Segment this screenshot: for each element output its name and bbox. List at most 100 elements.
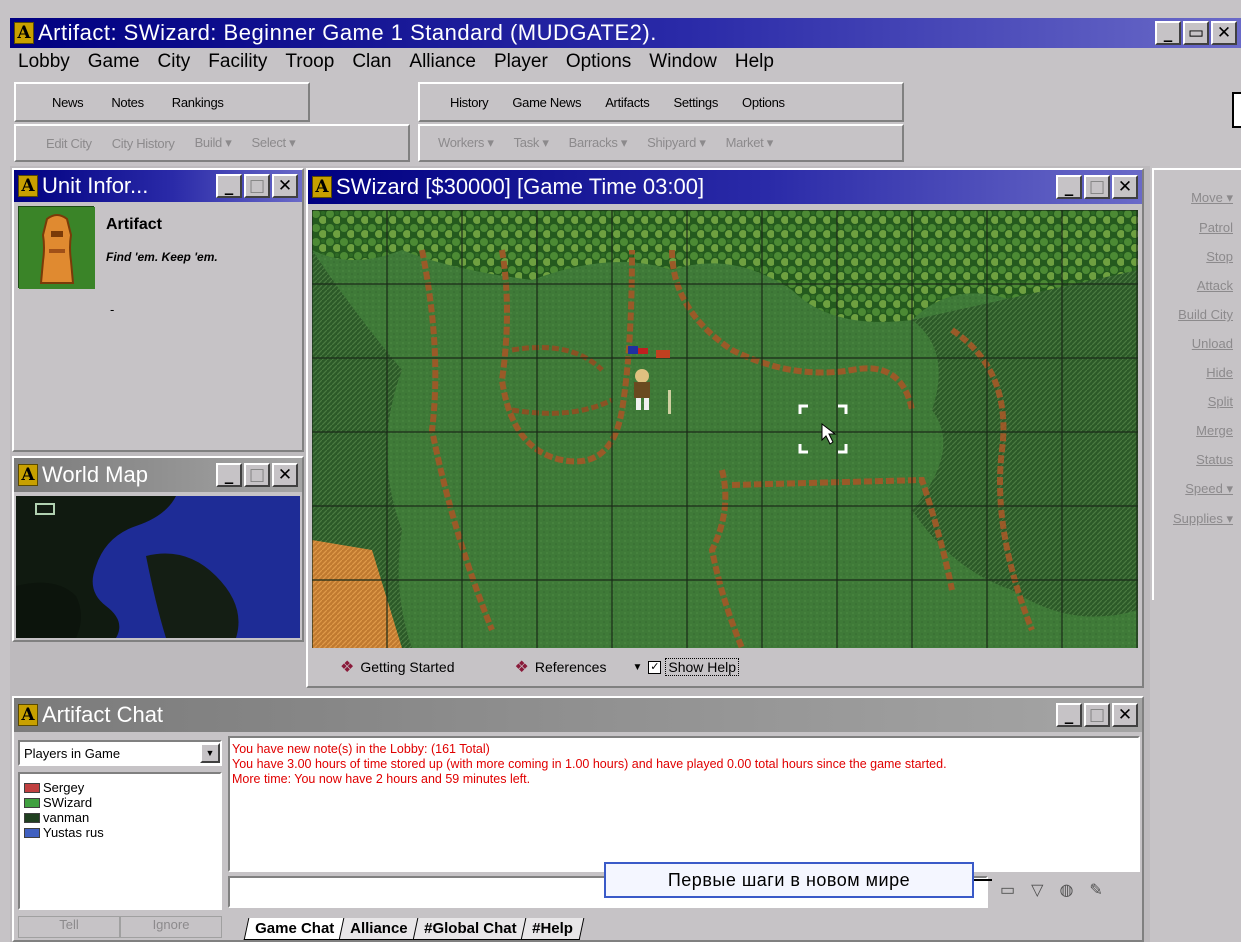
minimize-button[interactable]: _ bbox=[216, 174, 242, 198]
player-item[interactable]: vanman bbox=[24, 810, 216, 825]
city-history-button[interactable]: City History bbox=[112, 136, 175, 151]
tab-game-chat[interactable]: Game Chat bbox=[243, 918, 346, 940]
app-title: Artifact: SWizard: Beginner Game 1 Stand… bbox=[38, 20, 657, 45]
maximize-button[interactable]: □ bbox=[1084, 175, 1110, 199]
player-item[interactable]: SWizard bbox=[24, 795, 216, 810]
game-news-button[interactable]: Game News bbox=[512, 95, 581, 110]
minimize-button[interactable]: _ bbox=[216, 463, 242, 487]
player-item[interactable]: Sergey bbox=[24, 780, 216, 795]
workers-dropdown[interactable]: Workers ▾ bbox=[438, 135, 494, 151]
menu-city[interactable]: City bbox=[158, 51, 191, 77]
game-map-view[interactable] bbox=[312, 210, 1138, 648]
world-map-canvas[interactable] bbox=[16, 496, 300, 638]
maximize-button[interactable]: □ bbox=[244, 174, 270, 198]
barracks-dropdown[interactable]: Barracks ▾ bbox=[569, 135, 628, 151]
merge-command[interactable]: Merge bbox=[1154, 423, 1241, 438]
history-button[interactable]: History bbox=[450, 95, 489, 110]
pencil-icon[interactable]: ✎ bbox=[1089, 880, 1102, 900]
minimize-button[interactable]: _ bbox=[1155, 21, 1181, 45]
speaker-icon[interactable]: ▭ bbox=[1000, 880, 1015, 900]
game-window: A SWizard [$30000] [Game Time 03:00] _ □… bbox=[306, 168, 1144, 688]
edit-city-button[interactable]: Edit City bbox=[46, 136, 92, 151]
ignore-button[interactable]: Ignore bbox=[120, 916, 222, 938]
menu-help[interactable]: Help bbox=[735, 51, 774, 77]
toolbar-lobby: News Notes Rankings bbox=[14, 82, 310, 122]
game-titlebar[interactable]: A SWizard [$30000] [Game Time 03:00] _ □… bbox=[308, 170, 1142, 204]
book-icon: ❖ bbox=[340, 659, 355, 676]
player-item[interactable]: Yustas rus bbox=[24, 825, 216, 840]
artifact-portrait bbox=[18, 206, 95, 289]
task-dropdown[interactable]: Task ▾ bbox=[514, 135, 549, 151]
artifact-logo-icon: A bbox=[18, 704, 38, 726]
tell-button[interactable]: Tell bbox=[18, 916, 120, 938]
close-button[interactable]: ✕ bbox=[1112, 175, 1138, 199]
world-map-titlebar[interactable]: A World Map _ □ ✕ bbox=[14, 458, 302, 492]
market-dropdown[interactable]: Market ▾ bbox=[726, 135, 774, 151]
tab-global-chat[interactable]: #Global Chat bbox=[412, 918, 528, 940]
menu-lobby[interactable]: Lobby bbox=[18, 51, 70, 77]
maximize-button[interactable]: □ bbox=[1084, 703, 1110, 727]
patrol-command[interactable]: Patrol bbox=[1154, 220, 1241, 235]
stop-command[interactable]: Stop bbox=[1154, 249, 1241, 264]
app-titlebar: A Artifact: SWizard: Beginner Game 1 Sta… bbox=[10, 18, 1241, 48]
maximize-button[interactable]: □ bbox=[244, 463, 270, 487]
menu-alliance[interactable]: Alliance bbox=[409, 51, 476, 77]
options-button[interactable]: Options bbox=[742, 95, 785, 110]
unit-info-controls: _ □ ✕ bbox=[216, 174, 302, 198]
players-dropdown[interactable]: Players in Game ▼ bbox=[18, 740, 222, 766]
shipyard-dropdown[interactable]: Shipyard ▾ bbox=[647, 135, 706, 151]
flag-icon bbox=[24, 812, 40, 823]
move-command[interactable]: Move ▾ bbox=[1154, 190, 1241, 206]
tab-help[interactable]: #Help bbox=[520, 918, 585, 940]
menu-game[interactable]: Game bbox=[88, 51, 140, 77]
show-help-checkbox[interactable]: ✓ bbox=[648, 660, 662, 674]
players-dropdown-value: Players in Game bbox=[24, 745, 121, 761]
menu-options[interactable]: Options bbox=[566, 51, 631, 77]
speed-command[interactable]: Speed ▾ bbox=[1154, 481, 1241, 497]
supplies-command[interactable]: Supplies ▾ bbox=[1154, 511, 1241, 527]
chat-message: You have 3.00 hours of time stored up (w… bbox=[232, 757, 947, 771]
unit-info-titlebar[interactable]: A Unit Infor... _ □ ✕ bbox=[14, 170, 302, 202]
close-button[interactable]: ✕ bbox=[1211, 21, 1237, 45]
references-link[interactable]: References bbox=[535, 659, 607, 675]
rankings-button[interactable]: Rankings bbox=[172, 95, 224, 110]
minimize-button[interactable]: _ bbox=[1056, 703, 1082, 727]
chat-window-controls: _ □ ✕ bbox=[1056, 703, 1142, 727]
artifacts-button[interactable]: Artifacts bbox=[605, 95, 650, 110]
close-button[interactable]: ✕ bbox=[272, 174, 298, 198]
close-button[interactable]: ✕ bbox=[1112, 703, 1138, 727]
build-dropdown[interactable]: Build ▾ bbox=[195, 135, 232, 151]
chat-title: Artifact Chat bbox=[42, 702, 164, 727]
menu-clan[interactable]: Clan bbox=[352, 51, 391, 77]
settings-button[interactable]: Settings bbox=[673, 95, 718, 110]
artifact-logo-icon: A bbox=[18, 464, 38, 486]
dropdown-arrow-icon[interactable]: ▼ bbox=[632, 662, 642, 673]
cup-icon[interactable]: ▽ bbox=[1031, 880, 1043, 900]
show-help-label[interactable]: Show Help bbox=[665, 658, 740, 676]
menu-troop[interactable]: Troop bbox=[285, 51, 334, 77]
getting-started-link[interactable]: Getting Started bbox=[360, 659, 454, 675]
build-city-command[interactable]: Build City bbox=[1154, 307, 1241, 322]
artifact-logo-icon: A bbox=[14, 22, 34, 44]
menu-window[interactable]: Window bbox=[649, 51, 717, 77]
unit-name: Artifact bbox=[106, 216, 163, 233]
notes-button[interactable]: Notes bbox=[111, 95, 144, 110]
chevron-down-icon[interactable]: ▼ bbox=[200, 743, 220, 763]
menu-player[interactable]: Player bbox=[494, 51, 548, 77]
status-command[interactable]: Status bbox=[1154, 452, 1241, 467]
restore-button[interactable]: ▭ bbox=[1183, 21, 1209, 45]
toolbar-edge-handle bbox=[1232, 92, 1241, 128]
attack-command[interactable]: Attack bbox=[1154, 278, 1241, 293]
hide-command[interactable]: Hide bbox=[1154, 365, 1241, 380]
news-button[interactable]: News bbox=[52, 95, 84, 110]
unload-command[interactable]: Unload bbox=[1154, 336, 1241, 351]
select-dropdown[interactable]: Select ▾ bbox=[252, 135, 296, 151]
globe-icon[interactable]: ◍ bbox=[1059, 880, 1073, 900]
close-button[interactable]: ✕ bbox=[272, 463, 298, 487]
minimize-button[interactable]: _ bbox=[1056, 175, 1082, 199]
tab-alliance[interactable]: Alliance bbox=[338, 918, 420, 940]
game-title: SWizard [$30000] [Game Time 03:00] bbox=[336, 174, 705, 199]
menu-facility[interactable]: Facility bbox=[208, 51, 267, 77]
split-command[interactable]: Split bbox=[1154, 394, 1241, 409]
chat-titlebar[interactable]: A Artifact Chat _ □ ✕ bbox=[14, 698, 1142, 732]
